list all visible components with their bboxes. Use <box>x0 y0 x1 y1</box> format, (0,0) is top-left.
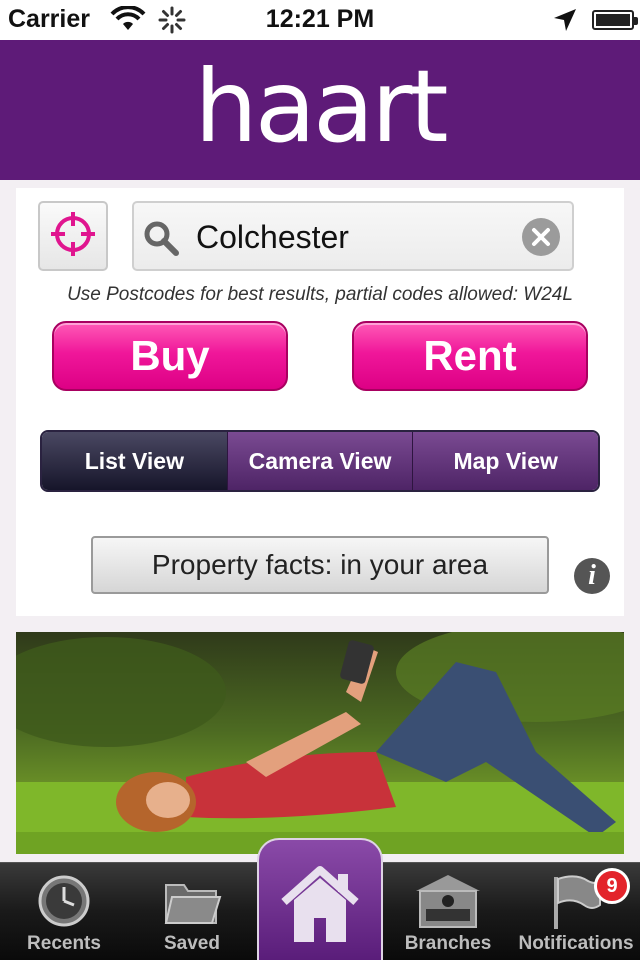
tab-label-saved: Saved <box>164 933 220 954</box>
search-input[interactable]: Colchester <box>196 219 349 256</box>
tab-branches[interactable]: Branches <box>384 863 512 960</box>
clear-search-button[interactable] <box>522 218 560 256</box>
folder-icon <box>162 873 222 934</box>
promo-image <box>16 632 624 854</box>
tab-home[interactable] <box>257 838 383 960</box>
buy-button[interactable]: Buy <box>52 321 288 391</box>
battery-icon <box>592 10 638 30</box>
current-location-button[interactable] <box>38 201 108 271</box>
clear-icon <box>532 228 550 246</box>
branch-desk-icon <box>412 873 484 934</box>
tab-saved[interactable]: Saved <box>128 863 256 960</box>
search-icon <box>142 219 182 264</box>
location-arrow-icon <box>552 7 578 40</box>
tab-label-branches: Branches <box>404 933 492 954</box>
notification-count-badge: 9 <box>594 868 630 904</box>
tab-list-view[interactable]: List View <box>42 432 227 490</box>
status-bar: Carrier 12:21 PM <box>0 0 640 40</box>
view-mode-selector: List View Camera View Map View <box>40 430 600 492</box>
search-panel: Colchester Use Postcodes for best result… <box>16 188 624 616</box>
info-icon[interactable]: i <box>574 558 610 594</box>
search-field[interactable]: Colchester <box>132 201 574 271</box>
tab-map-view[interactable]: Map View <box>412 432 598 490</box>
tab-recents[interactable]: Recents <box>0 863 128 960</box>
tab-label-notifications: Notifications <box>518 933 634 954</box>
tab-label-recents: Recents <box>27 933 101 954</box>
property-facts-button[interactable]: Property facts: in your area <box>91 536 549 594</box>
search-hint: Use Postcodes for best results, partial … <box>67 284 573 305</box>
crosshair-icon <box>49 210 97 263</box>
status-time: 12:21 PM <box>265 5 375 33</box>
app-header: haart <box>0 40 640 180</box>
rent-button[interactable]: Rent <box>352 321 588 391</box>
haart-logo: haart <box>194 48 448 165</box>
tab-camera-view[interactable]: Camera View <box>226 432 413 490</box>
clock-icon <box>36 873 92 934</box>
home-icon <box>278 862 362 951</box>
